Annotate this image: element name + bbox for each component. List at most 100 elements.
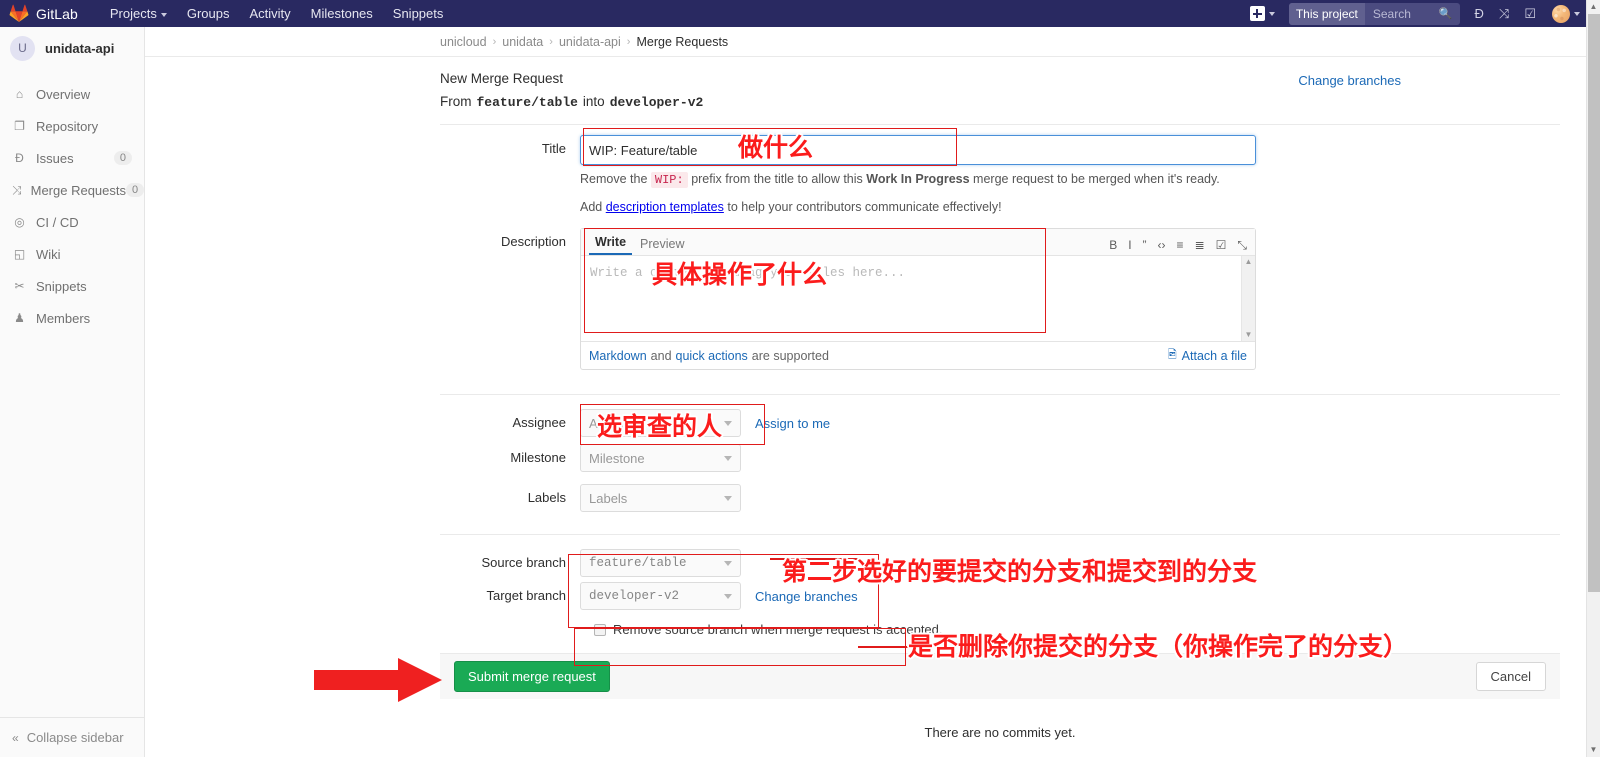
description-row: Description Write Preview B I ” ‹› ≡ ≣ ☑… <box>440 214 1560 370</box>
scrollbar-thumb[interactable] <box>1588 14 1600 592</box>
todos-icon[interactable]: ☑ <box>1524 7 1536 20</box>
quick-actions-link[interactable]: quick actions <box>676 349 748 363</box>
sidebar-item-merge-requests[interactable]: ⤨ Merge Requests 0 <box>0 174 144 206</box>
tab-write[interactable]: Write <box>589 235 633 255</box>
target-branch-row: Target branch developer-v2 Change branch… <box>440 577 1560 610</box>
code-icon[interactable]: ‹› <box>1158 239 1166 251</box>
tab-preview[interactable]: Preview <box>632 237 690 255</box>
sidebar-nav-list: ⌂ Overview ❐ Repository Đ Issues 0 ⤨ Mer… <box>0 78 144 334</box>
quote-icon[interactable]: ” <box>1143 239 1147 251</box>
sidebar-item-snippets-label: Snippets <box>36 278 87 294</box>
nav-link-projects-label: Projects <box>109 6 157 21</box>
wip-code-badge: WIP: <box>650 172 688 188</box>
labels-select[interactable]: Labels <box>580 484 741 512</box>
assignee-label: Assignee <box>512 415 566 430</box>
assign-to-me-link[interactable]: Assign to me <box>755 416 830 431</box>
nav-link-milestones[interactable]: Milestones <box>301 6 383 21</box>
plus-square-icon[interactable] <box>1249 6 1265 21</box>
collapse-sidebar-button[interactable]: « Collapse sidebar <box>0 717 144 757</box>
top-nav-links: Projects Groups Activity Milestones Snip… <box>100 6 454 21</box>
sidebar-item-snippets[interactable]: ✂ Snippets <box>0 270 144 302</box>
scroll-down-arrow-icon[interactable]: ▼ <box>1587 743 1600 757</box>
breadcrumb-item-unidata-api[interactable]: unidata-api <box>559 35 621 49</box>
gitlab-new-merge-request-page: GitLab Projects Groups Activity Mileston… <box>0 0 1600 757</box>
title-control: Remove the WIP: prefix from the title to… <box>580 135 1560 214</box>
description-templates-link[interactable]: description templates <box>606 200 724 214</box>
from-word: From <box>440 94 472 109</box>
templates-suffix: to help your contributors communicate ef… <box>727 200 1002 214</box>
title-input[interactable] <box>580 135 1256 165</box>
fullscreen-icon[interactable]: ⤡ <box>1237 239 1247 251</box>
attach-a-file-button[interactable]: 🖻 Attach a file <box>1168 346 1247 365</box>
nav-link-groups[interactable]: Groups <box>177 6 240 21</box>
chevron-down-icon <box>724 495 732 501</box>
gitlab-tanuki-icon[interactable] <box>9 4 29 23</box>
sidebar-item-issues-label: Issues <box>36 150 74 166</box>
bold-icon[interactable]: B <box>1109 239 1117 251</box>
target-branch-select-value: developer-v2 <box>589 589 680 603</box>
sidebar-item-wiki[interactable]: ◱ Wiki <box>0 238 144 270</box>
nav-link-snippets[interactable]: Snippets <box>383 6 454 21</box>
description-scrollbar[interactable]: ▲ ▼ <box>1241 256 1255 341</box>
chevron-double-left-icon: « <box>12 730 19 745</box>
source-branch-label: Source branch <box>481 555 566 570</box>
nav-link-projects[interactable]: Projects <box>100 6 177 21</box>
source-branch-select[interactable]: feature/table <box>580 549 741 577</box>
change-branches-link-inline[interactable]: Change branches <box>755 589 858 604</box>
templates-prefix: Add <box>580 200 603 214</box>
search-scope-label[interactable]: This project <box>1288 2 1365 25</box>
target-branch-select[interactable]: developer-v2 <box>580 582 741 610</box>
book-icon: ◱ <box>13 247 26 261</box>
milestone-select[interactable]: Milestone <box>580 444 741 472</box>
sidebar-project-header[interactable]: U unidata-api <box>0 27 144 69</box>
sidebar-item-repository[interactable]: ❐ Repository <box>0 110 144 142</box>
milestone-label: Milestone <box>510 450 566 465</box>
merge-request-form: Title Remove the WIP: prefix from the ti… <box>440 124 1560 637</box>
sidebar-item-merge-requests-label: Merge Requests <box>30 182 126 198</box>
change-branches-link-top[interactable]: Change branches <box>1298 73 1401 88</box>
sidebar-item-overview[interactable]: ⌂ Overview <box>0 78 144 110</box>
sidebar-item-issues[interactable]: Đ Issues 0 <box>0 142 144 174</box>
avatar-chevron-down-icon[interactable] <box>1574 11 1580 16</box>
project-name: unidata-api <box>45 40 115 56</box>
nav-link-activity[interactable]: Activity <box>239 6 300 21</box>
scroll-down-arrow-icon[interactable]: ▼ <box>1242 329 1255 341</box>
search-input[interactable]: Search <box>1365 3 1439 25</box>
merge-requests-icon[interactable]: ⤨ <box>1499 7 1509 20</box>
plus-chevron-down-icon[interactable] <box>1268 11 1275 16</box>
cancel-button[interactable]: Cancel <box>1475 662 1546 691</box>
browser-scrollbar[interactable]: ▲ ▼ <box>1586 0 1600 757</box>
numbered-list-icon[interactable]: ≣ <box>1195 239 1205 251</box>
search-icon[interactable]: 🔍 <box>1439 3 1460 25</box>
issues-icon[interactable]: Đ <box>1475 7 1484 20</box>
user-avatar[interactable] <box>1552 4 1570 23</box>
scroll-up-arrow-icon[interactable]: ▲ <box>1242 256 1255 268</box>
source-branch-row: Source branch feature/table <box>440 535 1560 577</box>
sidebar-item-members[interactable]: ♟ Members <box>0 302 144 334</box>
breadcrumb-item-unidata[interactable]: unidata <box>502 35 543 49</box>
search-box[interactable]: This project Search 🔍 <box>1288 2 1460 25</box>
rocket-icon: ◎ <box>14 215 25 229</box>
branch-summary: From feature/table into developer-v2 <box>440 94 1586 110</box>
sidebar-issues-count: 0 <box>113 151 132 165</box>
markdown-link[interactable]: Markdown <box>589 349 647 363</box>
supported-suffix: are supported <box>751 348 829 363</box>
chevron-down-icon <box>724 455 732 461</box>
title-row: Title Remove the WIP: prefix from the ti… <box>440 125 1560 214</box>
breadcrumb-item-unicloud[interactable]: unicloud <box>440 35 487 49</box>
remove-source-branch-checkbox[interactable] <box>594 623 606 636</box>
sidebar-item-ci-cd[interactable]: ◎ CI / CD <box>0 206 144 238</box>
italic-icon[interactable]: I <box>1128 239 1131 251</box>
scroll-up-arrow-icon[interactable]: ▲ <box>1587 0 1600 14</box>
description-textarea[interactable]: Write a comment or drag your files here.… <box>581 256 1255 341</box>
wip-helper-suffix: merge request to be merged when it's rea… <box>973 172 1220 186</box>
submit-merge-request-button[interactable]: Submit merge request <box>454 661 610 692</box>
task-list-icon[interactable]: ☑ <box>1216 239 1227 251</box>
wip-helper-mid: prefix from the title to allow this <box>691 172 863 186</box>
assignee-select[interactable]: Assignee <box>580 409 741 437</box>
markdown-toolbar: B I ” ‹› ≡ ≣ ☑ ⤡ <box>1109 239 1247 255</box>
target-branch-control: developer-v2 Change branches <box>580 582 1560 610</box>
users-icon: ♟ <box>14 311 25 325</box>
bullet-list-icon[interactable]: ≡ <box>1177 239 1184 251</box>
document-icon: ❐ <box>14 119 25 133</box>
